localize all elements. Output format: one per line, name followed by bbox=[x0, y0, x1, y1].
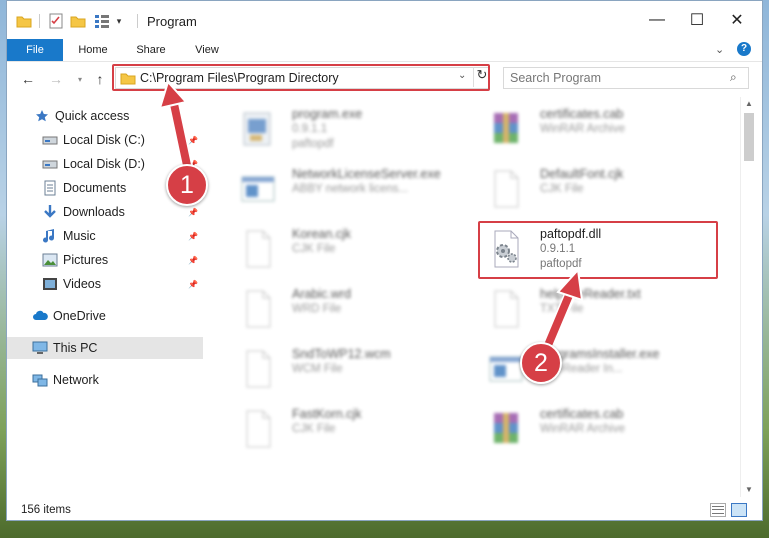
arrow-head-step-1 bbox=[158, 80, 188, 110]
step-2-badge: 2 bbox=[520, 342, 562, 384]
annotation-arrows bbox=[158, 80, 584, 353]
step-1-badge: 1 bbox=[166, 164, 208, 206]
arrow-head-step-2 bbox=[556, 267, 584, 302]
